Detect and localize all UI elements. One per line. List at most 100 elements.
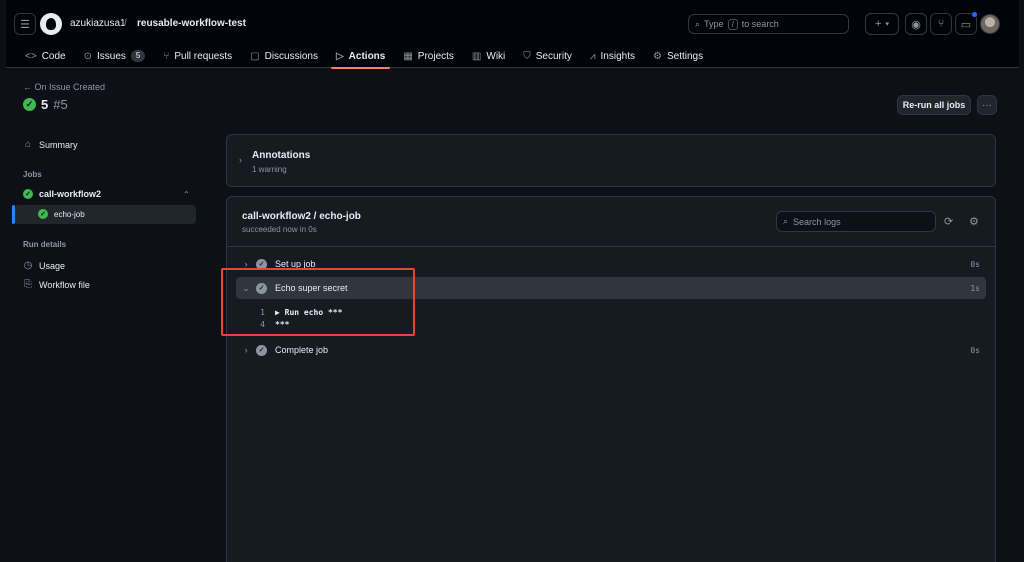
- book-icon: ▥: [471, 50, 482, 62]
- graph-icon: ⩘: [589, 50, 596, 62]
- repo-nav-tabs: <> Code ⊙ Issues 5 ⑂ Pull requests ▢ Dis…: [16, 44, 712, 69]
- tab-wiki[interactable]: ▥ Wiki: [463, 44, 514, 68]
- sidebar-item-label: echo-job: [54, 209, 85, 219]
- breadcrumb-separator: /: [124, 18, 127, 29]
- chevron-right-icon: ›: [244, 345, 248, 355]
- search-shortcut-key: /: [727, 18, 738, 30]
- check-circle-icon: ✓: [38, 209, 48, 219]
- tab-issues[interactable]: ⊙ Issues 5: [75, 44, 155, 68]
- divider: [227, 246, 995, 247]
- tab-security[interactable]: ⛉ Security: [514, 44, 581, 68]
- global-header: ☰ azukiazusa1 / reusable-workflow-test ⌕…: [6, 0, 1019, 69]
- table-icon: ▦: [403, 50, 413, 62]
- issue-circle-icon: ◉: [911, 18, 921, 31]
- step-duration: 0s: [970, 259, 980, 269]
- breadcrumb-owner[interactable]: azukiazusa1: [70, 18, 126, 29]
- global-search-input[interactable]: ⌕ Type / to search: [688, 14, 849, 34]
- browser-viewport: ☰ azukiazusa1 / reusable-workflow-test ⌕…: [6, 0, 1019, 562]
- plus-icon: +: [875, 18, 882, 30]
- search-prefix: Type: [704, 19, 724, 29]
- search-logs-placeholder: Search logs: [793, 216, 841, 227]
- tab-insights[interactable]: ⩘ Insights: [581, 44, 644, 68]
- rerun-all-jobs-button[interactable]: Re-run all jobs: [897, 95, 971, 115]
- issue-icon: ⊙: [83, 50, 92, 62]
- create-new-button[interactable]: + ▾: [865, 13, 899, 35]
- search-logs-input[interactable]: ⌕ Search logs: [776, 211, 936, 232]
- tab-discussions[interactable]: ▢ Discussions: [241, 44, 327, 68]
- more-options-button[interactable]: ···: [977, 95, 997, 115]
- avatar[interactable]: [980, 14, 1000, 34]
- check-circle-icon: ✓: [256, 344, 267, 356]
- tab-actions[interactable]: ▷ Actions: [327, 44, 394, 69]
- gear-icon: ⚙: [653, 50, 662, 62]
- arrow-left-icon: ←: [23, 82, 32, 92]
- breadcrumb-repo[interactable]: reusable-workflow-test: [137, 18, 246, 29]
- job-log-panel: call-workflow2 / echo-job succeeded now …: [226, 196, 996, 562]
- back-link-label: On Issue Created: [34, 82, 106, 92]
- sidebar-item-label: Workflow file: [39, 279, 90, 290]
- issues-counter: 5: [130, 50, 146, 62]
- chevron-right-icon: ›: [239, 155, 242, 165]
- code-icon: <>: [25, 50, 37, 62]
- github-logo-icon[interactable]: [40, 13, 62, 35]
- tab-settings[interactable]: ⚙ Settings: [644, 44, 712, 68]
- sidebar-item-label: Summary: [39, 139, 78, 150]
- selected-indicator: [12, 205, 15, 224]
- tab-projects[interactable]: ▦ Projects: [394, 44, 463, 68]
- hamburger-icon: ☰: [20, 18, 30, 31]
- sidebar-item-summary[interactable]: ⌂ Summary: [23, 139, 78, 150]
- search-icon: ⌕: [783, 216, 789, 226]
- file-icon: ⎘: [24, 279, 32, 290]
- run-details-heading: Run details: [23, 240, 67, 249]
- page-title: ✓ 5 #5: [23, 97, 68, 112]
- home-icon: ⌂: [24, 139, 32, 150]
- annotations-subtitle: 1 warning: [252, 165, 287, 174]
- search-icon: ⌕: [695, 18, 701, 29]
- sidebar-item-job-group[interactable]: ✓ call-workflow2 ⌃: [23, 189, 199, 199]
- sidebar-item-echo-job[interactable]: ✓ echo-job: [38, 209, 85, 219]
- run-number: 5: [41, 97, 49, 112]
- step-name: Complete job: [275, 345, 329, 355]
- tab-label: Pull requests: [174, 50, 233, 62]
- issues-button[interactable]: ◉: [905, 13, 927, 35]
- step-duration: 0s: [970, 345, 980, 355]
- check-circle-icon: ✓: [23, 189, 33, 199]
- tab-label: Wiki: [486, 50, 506, 62]
- inbox-icon: ▭: [960, 18, 972, 31]
- annotations-title: Annotations: [252, 150, 311, 161]
- pull-request-icon: ⑂: [163, 50, 170, 62]
- discussion-icon: ▢: [250, 50, 260, 62]
- sidebar-item-workflow-file[interactable]: ⎘ Workflow file: [23, 279, 90, 290]
- step-duration: 1s: [970, 283, 980, 293]
- tab-label: Code: [41, 50, 66, 62]
- tab-label: Discussions: [264, 50, 318, 62]
- clock-icon: ◷: [23, 260, 33, 271]
- tab-label: Actions: [348, 50, 386, 62]
- job-title: call-workflow2 / echo-job: [242, 211, 361, 222]
- tab-label: Projects: [417, 50, 454, 62]
- tab-pull-requests[interactable]: ⑂ Pull requests: [154, 44, 241, 68]
- gear-icon[interactable]: ⚙: [969, 215, 979, 228]
- pull-request-icon: ⑂: [937, 18, 945, 30]
- step-complete-job[interactable]: › ✓ Complete job 0s: [236, 339, 986, 361]
- tab-label: Issues: [96, 50, 126, 62]
- job-subtitle: succeeded now in 0s: [242, 225, 317, 234]
- pull-requests-button[interactable]: ⑂: [930, 13, 952, 35]
- menu-button[interactable]: ☰: [14, 13, 36, 35]
- chevron-up-icon[interactable]: ⌃: [183, 190, 190, 199]
- sidebar-item-label: Usage: [39, 260, 66, 271]
- back-to-workflow-link[interactable]: ← On Issue Created: [23, 82, 105, 92]
- notification-dot: [972, 12, 977, 17]
- shield-icon: ⛉: [523, 50, 531, 62]
- sidebar-item-usage[interactable]: ◷ Usage: [23, 260, 65, 271]
- tab-label: Insights: [600, 50, 635, 62]
- run-hash: #5: [53, 97, 68, 112]
- refresh-icon[interactable]: ⟳: [944, 215, 953, 228]
- caret-down-icon: ▾: [885, 21, 889, 28]
- annotations-panel[interactable]: › Annotations 1 warning: [226, 134, 996, 187]
- tab-label: Settings: [666, 50, 704, 62]
- tab-code[interactable]: <> Code: [16, 44, 75, 68]
- tab-label: Security: [535, 50, 572, 62]
- highlight-annotation-box: [221, 268, 415, 336]
- jobs-heading: Jobs: [23, 170, 42, 179]
